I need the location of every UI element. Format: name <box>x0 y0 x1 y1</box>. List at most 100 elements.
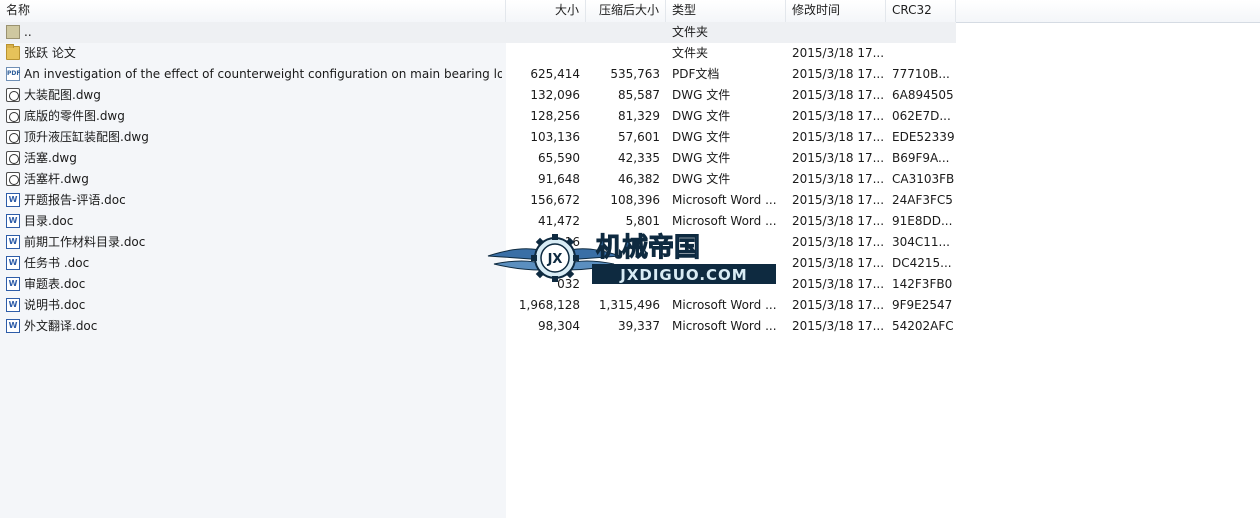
file-size: 98,304 <box>538 319 580 333</box>
column-header-size[interactable]: 大小 <box>506 0 586 22</box>
file-size: 156,672 <box>530 193 580 207</box>
table-row[interactable]: W 说明书.doc 1,968,128 1,315,496 Microsoft … <box>0 295 956 316</box>
file-modified: 2015/3/18 17... <box>792 298 884 312</box>
table-row[interactable]: 底版的零件图.dwg 128,256 81,329 DWG 文件 2015/3/… <box>0 106 956 127</box>
table-row[interactable]: W 开题报告-评语.doc 156,672 108,396 Microsoft … <box>0 190 956 211</box>
table-row[interactable]: W 审题表.doc 032 2015/3/18 17... 142F3FB0 <box>0 274 956 295</box>
dwg-file-icon <box>6 151 20 165</box>
file-size <box>506 22 580 43</box>
table-row[interactable]: 活塞.dwg 65,590 42,335 DWG 文件 2015/3/18 17… <box>0 148 956 169</box>
file-packed-size: 42,335 <box>618 151 660 165</box>
dwg-file-icon <box>6 172 20 186</box>
word-doc-icon: W <box>6 298 20 312</box>
file-modified: 2015/3/18 17... <box>792 130 884 144</box>
file-modified <box>792 22 884 43</box>
file-crc32: 142F3FB0 <box>892 277 953 291</box>
table-row-parent[interactable]: .. 文件夹 <box>0 22 956 43</box>
file-name: An investigation of the effect of counte… <box>24 67 502 81</box>
file-crc32: EDE52339 <box>892 130 954 144</box>
file-name: 目录.doc <box>24 214 74 228</box>
file-modified: 2015/3/18 17... <box>792 235 884 249</box>
word-doc-icon: W <box>6 214 20 228</box>
column-header-crc32[interactable]: CRC32 <box>886 0 956 22</box>
table-row[interactable]: W 前期工作材料目录.doc 16 2015/3/18 17... 304C11… <box>0 232 956 253</box>
file-size: 103,136 <box>530 130 580 144</box>
column-header-type[interactable]: 类型 <box>666 0 786 22</box>
watermark-site: JXDIGUO.COM <box>619 266 747 284</box>
file-modified: 2015/3/18 17... <box>792 172 884 186</box>
file-packed-size <box>584 22 660 43</box>
file-size: 65,590 <box>538 151 580 165</box>
gear-wings-logo-icon: JX 机械帝国 JXDIGUO.COM <box>487 232 776 284</box>
table-row[interactable]: 顶升液压缸装配图.dwg 103,136 57,601 DWG 文件 2015/… <box>0 127 956 148</box>
file-type: Microsoft Word ... <box>672 319 777 333</box>
column-header: 名称 ⌃ 大小 压缩后大小 类型 修改时间 CRC32 <box>0 0 1260 23</box>
file-name: 大装配图.dwg <box>24 88 101 102</box>
file-crc32 <box>892 43 954 64</box>
file-packed-size: 108,396 <box>610 193 660 207</box>
file-crc32: 77710B... <box>892 67 950 81</box>
file-crc32: DC4215... <box>892 256 952 270</box>
file-crc32: 062E7D... <box>892 109 951 123</box>
file-name: 活塞杆.dwg <box>24 172 89 186</box>
file-crc32: 9F9E2547 <box>892 298 953 312</box>
file-packed-size: 535,763 <box>610 67 660 81</box>
file-crc32: 304C11... <box>892 235 950 249</box>
file-crc32: 91E8DD... <box>892 214 953 228</box>
file-modified: 2015/3/18 17... <box>792 88 884 102</box>
parent-folder-icon <box>6 25 20 39</box>
file-crc32: 24AF3FC5 <box>892 193 953 207</box>
file-crc32 <box>892 22 954 43</box>
watermark-badge: JX <box>547 252 563 267</box>
pdf-file-icon: PDF <box>6 67 20 81</box>
table-row[interactable]: 张跃 论文 文件夹 2015/3/18 17... <box>0 43 956 64</box>
word-doc-icon: W <box>6 235 20 249</box>
column-header-modified[interactable]: 修改时间 <box>786 0 886 22</box>
watermark-logo: JX 机械帝国 JXDIGUO.COM <box>484 226 784 296</box>
column-header-packed-size[interactable]: 压缩后大小 <box>586 0 666 22</box>
file-packed-size: 85,587 <box>618 88 660 102</box>
file-type: DWG 文件 <box>672 172 731 186</box>
file-name: 任务书 .doc <box>24 256 90 270</box>
table-row[interactable]: W 外文翻译.doc 98,304 39,337 Microsoft Word … <box>0 316 956 337</box>
file-modified: 2015/3/18 17... <box>792 256 884 270</box>
file-name: 底版的零件图.dwg <box>24 109 125 123</box>
file-crc32: 6A894505 <box>892 88 954 102</box>
file-name: 外文翻译.doc <box>24 319 98 333</box>
file-name: 开题报告-评语.doc <box>24 193 126 207</box>
file-packed-size: 81,329 <box>618 109 660 123</box>
table-row[interactable]: 活塞杆.dwg 91,648 46,382 DWG 文件 2015/3/18 1… <box>0 169 956 190</box>
file-modified: 2015/3/18 17... <box>792 67 884 81</box>
file-packed-size: 1,315,496 <box>598 298 660 312</box>
table-row[interactable]: 大装配图.dwg 132,096 85,587 DWG 文件 2015/3/18… <box>0 85 956 106</box>
table-row[interactable]: PDF An investigation of the effect of co… <box>0 64 956 85</box>
watermark-title: 机械帝国 <box>596 232 700 263</box>
dwg-file-icon <box>6 88 20 102</box>
file-packed-size <box>584 43 660 64</box>
file-type: 文件夹 <box>672 46 709 60</box>
file-name: 前期工作材料目录.doc <box>24 235 146 249</box>
file-type: DWG 文件 <box>672 130 731 144</box>
table-row[interactable]: W 任务书 .doc 2015/3/18 17... DC4215... <box>0 253 956 274</box>
file-size <box>506 43 580 64</box>
file-type: 文件夹 <box>672 25 709 39</box>
dwg-file-icon <box>6 109 20 123</box>
word-doc-icon: W <box>6 256 20 270</box>
file-size: 625,414 <box>530 67 580 81</box>
file-name: 活塞.dwg <box>24 151 77 165</box>
file-crc32: CA3103FB <box>892 172 954 186</box>
file-modified: 2015/3/18 17... <box>792 277 884 291</box>
file-name: 顶升液压缸装配图.dwg <box>24 130 149 144</box>
file-name: .. <box>24 25 32 39</box>
file-crc32: 54202AFC <box>892 319 954 333</box>
file-packed-size: 46,382 <box>618 172 660 186</box>
file-size: 1,968,128 <box>518 298 580 312</box>
table-row[interactable]: W 目录.doc 41,472 5,801 Microsoft Word ...… <box>0 211 956 232</box>
word-doc-icon: W <box>6 319 20 333</box>
file-type: Microsoft Word ... <box>672 298 777 312</box>
file-size: 91,648 <box>538 172 580 186</box>
file-packed-size: 57,601 <box>618 130 660 144</box>
file-type: DWG 文件 <box>672 109 731 123</box>
file-modified: 2015/3/18 17... <box>792 46 884 60</box>
file-type: PDF文档 <box>672 67 720 81</box>
